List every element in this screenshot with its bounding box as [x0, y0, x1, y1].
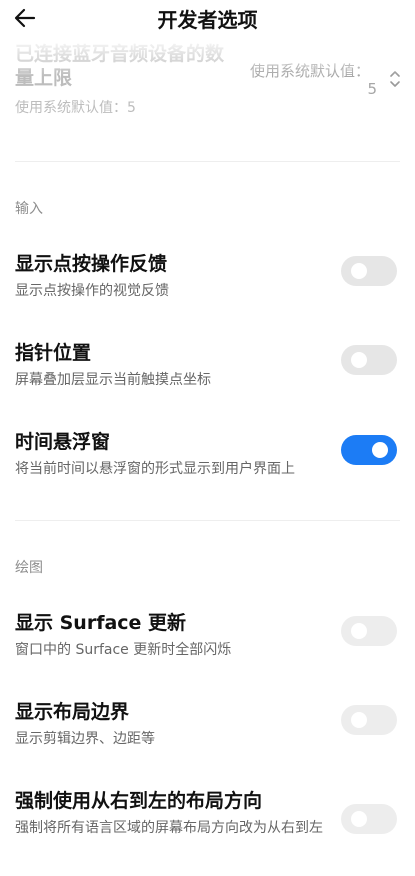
- toggle-knob: [351, 623, 367, 639]
- app-header: 开发者选项: [0, 0, 415, 36]
- setting-title: 指针位置: [15, 342, 92, 364]
- setting-subtitle: 显示点按操作的视觉反馈: [15, 283, 169, 299]
- setting-subtitle: 窗口中的 Surface 更新时全部闪烁: [15, 642, 232, 658]
- bluetooth-limit-value[interactable]: 5: [367, 80, 377, 98]
- divider: [15, 161, 400, 162]
- time-float-toggle[interactable]: [341, 435, 397, 465]
- setting-subtitle: 将当前时间以悬浮窗的形式显示到用户界面上: [15, 461, 295, 477]
- toggle-knob: [372, 442, 388, 458]
- divider: [15, 520, 400, 521]
- setting-layout-bounds[interactable]: 显示布局边界 显示剪辑边界、边距等: [0, 697, 415, 757]
- setting-show-taps[interactable]: 显示点按操作反馈 显示点按操作的视觉反馈: [0, 249, 415, 309]
- bluetooth-limit-value-label: 使用系统默认值：: [249, 62, 370, 80]
- setting-force-rtl[interactable]: 强制使用从右到左的布局方向 强制将所有语言区域的屏幕布局方向改为从右到左: [0, 786, 415, 866]
- setting-surface-updates[interactable]: 显示 Surface 更新 窗口中的 Surface 更新时全部闪烁: [0, 608, 415, 668]
- setting-time-float[interactable]: 时间悬浮窗 将当前时间以悬浮窗的形式显示到用户界面上: [0, 427, 415, 487]
- toggle-knob: [351, 811, 367, 827]
- page-title: 开发者选项: [157, 8, 258, 32]
- section-title-input: 输入: [15, 201, 43, 217]
- setting-subtitle: 显示剪辑边界、边距等: [15, 731, 155, 747]
- setting-title: 显示布局边界: [15, 701, 130, 723]
- setting-title: 强制使用从右到左的布局方向: [15, 790, 263, 812]
- setting-subtitle: 强制将所有语言区域的屏幕布局方向改为从右到左: [15, 820, 323, 836]
- chevron-up-down-icon[interactable]: [388, 68, 402, 90]
- toggle-knob: [351, 712, 367, 728]
- setting-title: 显示点按操作反馈: [15, 253, 168, 275]
- section-title-drawing: 绘图: [15, 560, 43, 576]
- bluetooth-limit-subtitle: 使用系统默认值：5: [15, 100, 136, 116]
- toggle-knob: [351, 352, 367, 368]
- setting-subtitle: 屏幕叠加层显示当前触摸点坐标: [15, 372, 211, 388]
- setting-title: 时间悬浮窗: [15, 431, 111, 453]
- pointer-location-toggle[interactable]: [341, 345, 397, 375]
- force-rtl-toggle[interactable]: [341, 804, 397, 834]
- setting-pointer-location[interactable]: 指针位置 屏幕叠加层显示当前触摸点坐标: [0, 338, 415, 398]
- layout-bounds-toggle[interactable]: [341, 705, 397, 735]
- bluetooth-limit-title: 已连接蓝牙音频设备的数量上限: [15, 43, 225, 89]
- surface-updates-toggle[interactable]: [341, 616, 397, 646]
- setting-title: 显示 Surface 更新: [15, 612, 187, 634]
- toggle-knob: [351, 263, 367, 279]
- show-taps-toggle[interactable]: [341, 256, 397, 286]
